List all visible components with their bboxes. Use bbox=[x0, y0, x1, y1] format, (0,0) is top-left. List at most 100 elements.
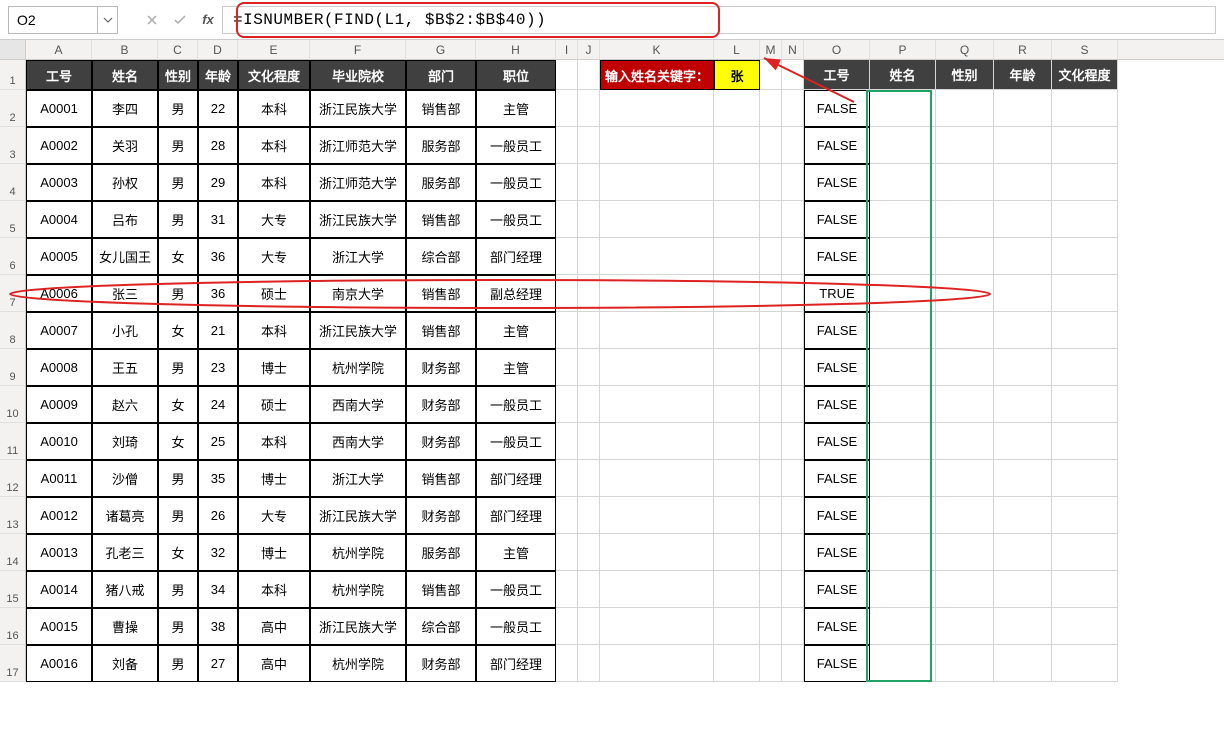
cell-blank[interactable] bbox=[556, 201, 578, 238]
cell-blank[interactable] bbox=[1052, 460, 1118, 497]
cell-blank[interactable] bbox=[870, 386, 936, 423]
cell-dept[interactable]: 财务部 bbox=[406, 645, 476, 682]
cell-blank[interactable] bbox=[1052, 571, 1118, 608]
cell-pos[interactable]: 主管 bbox=[476, 312, 556, 349]
cell-blank[interactable] bbox=[714, 312, 760, 349]
cell-blank[interactable] bbox=[870, 164, 936, 201]
cell-name[interactable]: 沙僧 bbox=[92, 460, 158, 497]
cell-school[interactable]: 杭州学院 bbox=[310, 534, 406, 571]
cell-blank[interactable] bbox=[600, 201, 714, 238]
cell-result-O[interactable]: FALSE bbox=[804, 127, 870, 164]
row-header-2[interactable]: 2 bbox=[0, 90, 26, 127]
cell-pos[interactable]: 主管 bbox=[476, 534, 556, 571]
cell-blank[interactable] bbox=[714, 275, 760, 312]
cell-blank[interactable] bbox=[870, 349, 936, 386]
cell-blank[interactable] bbox=[994, 571, 1052, 608]
cell-blank[interactable] bbox=[936, 275, 994, 312]
cell-blank[interactable] bbox=[556, 497, 578, 534]
cell-school[interactable]: 浙江民族大学 bbox=[310, 608, 406, 645]
cell-edu[interactable]: 博士 bbox=[238, 460, 310, 497]
result-header-age[interactable]: 年龄 bbox=[994, 60, 1052, 90]
cell-blank[interactable] bbox=[1052, 312, 1118, 349]
cell-dept[interactable]: 销售部 bbox=[406, 460, 476, 497]
cell-blank[interactable] bbox=[870, 201, 936, 238]
cell-id[interactable]: A0016 bbox=[26, 645, 92, 682]
cell-blank[interactable] bbox=[714, 460, 760, 497]
row-header-11[interactable]: 11 bbox=[0, 423, 26, 460]
cell-blank[interactable] bbox=[994, 275, 1052, 312]
col-header-N[interactable]: N bbox=[782, 40, 804, 59]
cell-school[interactable]: 南京大学 bbox=[310, 275, 406, 312]
cell-blank[interactable] bbox=[578, 238, 600, 275]
cell-result-O[interactable]: FALSE bbox=[804, 90, 870, 127]
cell-id[interactable]: A0001 bbox=[26, 90, 92, 127]
cell-blank[interactable] bbox=[782, 645, 804, 682]
cell-blank[interactable] bbox=[1052, 201, 1118, 238]
cell-blank[interactable] bbox=[578, 460, 600, 497]
cell-blank[interactable] bbox=[760, 497, 782, 534]
cell-blank[interactable] bbox=[870, 238, 936, 275]
cell-blank[interactable] bbox=[994, 127, 1052, 164]
cell-blank[interactable] bbox=[1052, 608, 1118, 645]
cell-blank[interactable] bbox=[578, 534, 600, 571]
cell-name[interactable]: 孔老三 bbox=[92, 534, 158, 571]
cell-sex[interactable]: 女 bbox=[158, 238, 198, 275]
cell-blank[interactable] bbox=[556, 238, 578, 275]
cell-sex[interactable]: 男 bbox=[158, 164, 198, 201]
cell-school[interactable]: 西南大学 bbox=[310, 423, 406, 460]
cell-blank[interactable] bbox=[556, 571, 578, 608]
cell-blank[interactable] bbox=[556, 312, 578, 349]
cell-blank[interactable] bbox=[600, 386, 714, 423]
result-header-name[interactable]: 姓名 bbox=[870, 60, 936, 90]
name-box[interactable]: O2 bbox=[8, 6, 98, 34]
cell-blank[interactable] bbox=[760, 127, 782, 164]
cell-dept[interactable]: 财务部 bbox=[406, 423, 476, 460]
cell-blank[interactable] bbox=[556, 534, 578, 571]
cell-dept[interactable]: 服务部 bbox=[406, 127, 476, 164]
cell-blank[interactable] bbox=[994, 201, 1052, 238]
row-header-3[interactable]: 3 bbox=[0, 127, 26, 164]
cell-blank[interactable] bbox=[936, 497, 994, 534]
cell-blank[interactable] bbox=[600, 571, 714, 608]
cell-school[interactable]: 杭州学院 bbox=[310, 571, 406, 608]
cell-blank[interactable] bbox=[870, 90, 936, 127]
cell-age[interactable]: 28 bbox=[198, 127, 238, 164]
cell-result-O[interactable]: FALSE bbox=[804, 497, 870, 534]
name-box-dropdown[interactable] bbox=[98, 6, 118, 34]
cell-blank[interactable] bbox=[600, 164, 714, 201]
cell-blank[interactable] bbox=[578, 90, 600, 127]
cell-blank[interactable] bbox=[760, 645, 782, 682]
cell-blank[interactable] bbox=[936, 386, 994, 423]
cell-sex[interactable]: 男 bbox=[158, 497, 198, 534]
cell-blank[interactable] bbox=[782, 608, 804, 645]
cell-pos[interactable]: 部门经理 bbox=[476, 460, 556, 497]
cell-age[interactable]: 34 bbox=[198, 571, 238, 608]
cell-blank[interactable] bbox=[1052, 275, 1118, 312]
cell-age[interactable]: 29 bbox=[198, 164, 238, 201]
cell-blank[interactable] bbox=[556, 608, 578, 645]
cell-blank[interactable] bbox=[600, 349, 714, 386]
cell-blank[interactable] bbox=[556, 386, 578, 423]
cell-blank[interactable] bbox=[714, 127, 760, 164]
cell-blank[interactable] bbox=[556, 423, 578, 460]
cell-sex[interactable]: 男 bbox=[158, 571, 198, 608]
cell-age[interactable]: 24 bbox=[198, 386, 238, 423]
row-header-10[interactable]: 10 bbox=[0, 386, 26, 423]
cell-blank[interactable] bbox=[578, 349, 600, 386]
col-header-F[interactable]: F bbox=[310, 40, 406, 59]
row-header-1[interactable]: 1 bbox=[0, 60, 26, 90]
cell-blank[interactable] bbox=[556, 275, 578, 312]
cell-id[interactable]: A0005 bbox=[26, 238, 92, 275]
cell-blank[interactable] bbox=[782, 164, 804, 201]
cell-id[interactable]: A0003 bbox=[26, 164, 92, 201]
cell-blank[interactable] bbox=[600, 423, 714, 460]
header-pos[interactable]: 职位 bbox=[476, 60, 556, 90]
cell-name[interactable]: 曹操 bbox=[92, 608, 158, 645]
cell-blank[interactable] bbox=[782, 571, 804, 608]
cell-name[interactable]: 女儿国王 bbox=[92, 238, 158, 275]
cell-pos[interactable]: 一般员工 bbox=[476, 127, 556, 164]
cell-age[interactable]: 25 bbox=[198, 423, 238, 460]
col-header-C[interactable]: C bbox=[158, 40, 198, 59]
cell-pos[interactable]: 一般员工 bbox=[476, 571, 556, 608]
cell-blank[interactable] bbox=[760, 349, 782, 386]
